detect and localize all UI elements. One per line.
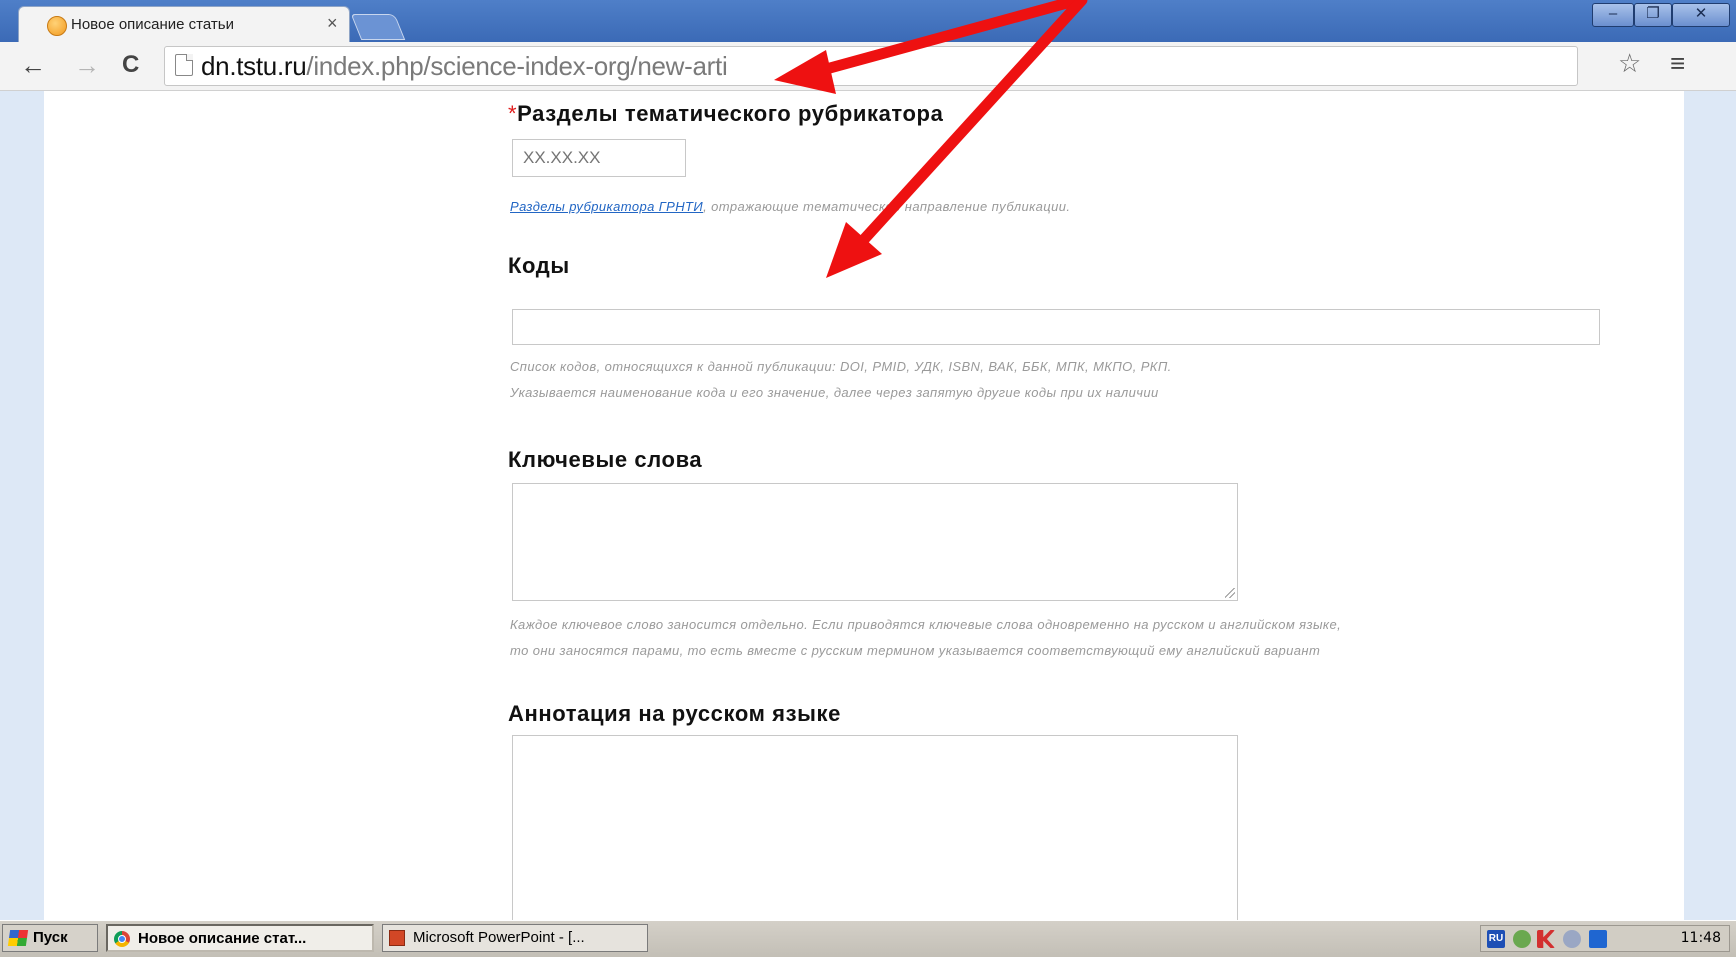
codes-hint-line2: Указывается наименование кода и его знач… [510, 385, 1159, 400]
tab-active[interactable]: Новое описание статьи × [18, 6, 350, 43]
language-indicator[interactable]: RU [1487, 930, 1505, 948]
reload-icon[interactable]: C [122, 52, 139, 78]
page-icon [175, 54, 193, 76]
chrome-icon [114, 931, 130, 947]
start-label: Пуск [33, 929, 68, 946]
chrome-task-label: Новое описание стат... [138, 930, 307, 947]
rubrics-label: *Разделы тематического рубрикатора [508, 101, 943, 127]
required-marker: * [508, 101, 518, 126]
rubrics-hint: Разделы рубрикатора ГРНТИ, отражающие те… [510, 199, 1070, 214]
browser-toolbar: ← → C dn.tstu.ru/index.php/science-index… [0, 42, 1736, 91]
back-arrow-icon[interactable]: ← [20, 52, 46, 78]
taskbar-powerpoint-item[interactable]: Microsoft PowerPoint - [... [382, 924, 648, 952]
ppt-task-label: Microsoft PowerPoint - [... [413, 929, 585, 946]
new-tab-button[interactable] [350, 14, 406, 40]
rubrics-input[interactable] [512, 139, 686, 177]
tray-app-icon[interactable] [1563, 930, 1581, 948]
tab-close-icon[interactable]: × [327, 13, 338, 34]
restore-button[interactable]: ❐ [1634, 3, 1672, 27]
site-favicon-icon [47, 16, 67, 36]
system-tray: RU 11:48 [1480, 925, 1730, 952]
window-close-button[interactable]: ✕ [1672, 3, 1730, 27]
url-path: /index.php/science-index-org/new-arti [306, 51, 728, 81]
form-content: *Разделы тематического рубрикатора Разде… [44, 91, 1736, 935]
url-domain: dn.tstu.ru [201, 51, 307, 81]
tab-title: Новое описание статьи [71, 16, 234, 33]
scrollbar-track[interactable] [1712, 91, 1736, 920]
keywords-hint-line1: Каждое ключевое слово заносится отдельно… [510, 617, 1342, 632]
resize-grip-icon[interactable] [1225, 588, 1235, 598]
url-text[interactable]: dn.tstu.ru/index.php/science-index-org/n… [201, 51, 728, 82]
tab-strip: Новое описание статьи × – ❐ ✕ [0, 0, 1736, 43]
codes-input[interactable] [512, 309, 1600, 345]
rubrics-label-text: Разделы тематического рубрикатора [517, 101, 944, 126]
powerpoint-icon [389, 930, 405, 946]
page-viewport: *Разделы тематического рубрикатора Разде… [0, 91, 1736, 935]
abstract-ru-label: Аннотация на русском языке [508, 701, 841, 726]
address-bar[interactable]: dn.tstu.ru/index.php/science-index-org/n… [164, 46, 1578, 86]
bookmark-star-icon[interactable]: ☆ [1618, 48, 1641, 79]
kaspersky-tray-icon[interactable] [1537, 930, 1555, 948]
network-tray-icon[interactable] [1513, 930, 1531, 948]
media-tray-icon[interactable] [1589, 930, 1607, 948]
rubrics-hint-text: , отражающие тематическое направление пу… [703, 199, 1071, 214]
codes-hint-line1: Список кодов, относящихся к данной публи… [510, 359, 1172, 374]
taskbar-chrome-item[interactable]: Новое описание стат... [106, 924, 374, 952]
windows-taskbar: Пуск Новое описание стат... Microsoft Po… [0, 920, 1736, 957]
start-button[interactable]: Пуск [2, 924, 98, 952]
forward-arrow-icon[interactable]: → [74, 52, 100, 78]
keywords-hint-line2: то они заносятся парами, то есть вместе … [510, 643, 1321, 658]
minimize-button[interactable]: – [1592, 3, 1634, 27]
windows-flag-icon [7, 930, 29, 946]
abstract-ru-textarea[interactable] [512, 735, 1238, 935]
codes-label: Коды [508, 253, 570, 278]
taskbar-clock: 11:48 [1680, 930, 1721, 946]
keywords-textarea[interactable] [512, 483, 1238, 601]
grnti-link[interactable]: Разделы рубрикатора ГРНТИ [510, 199, 703, 214]
keywords-label: Ключевые слова [508, 447, 703, 472]
browser-menu-icon[interactable]: ≡ [1670, 48, 1685, 79]
